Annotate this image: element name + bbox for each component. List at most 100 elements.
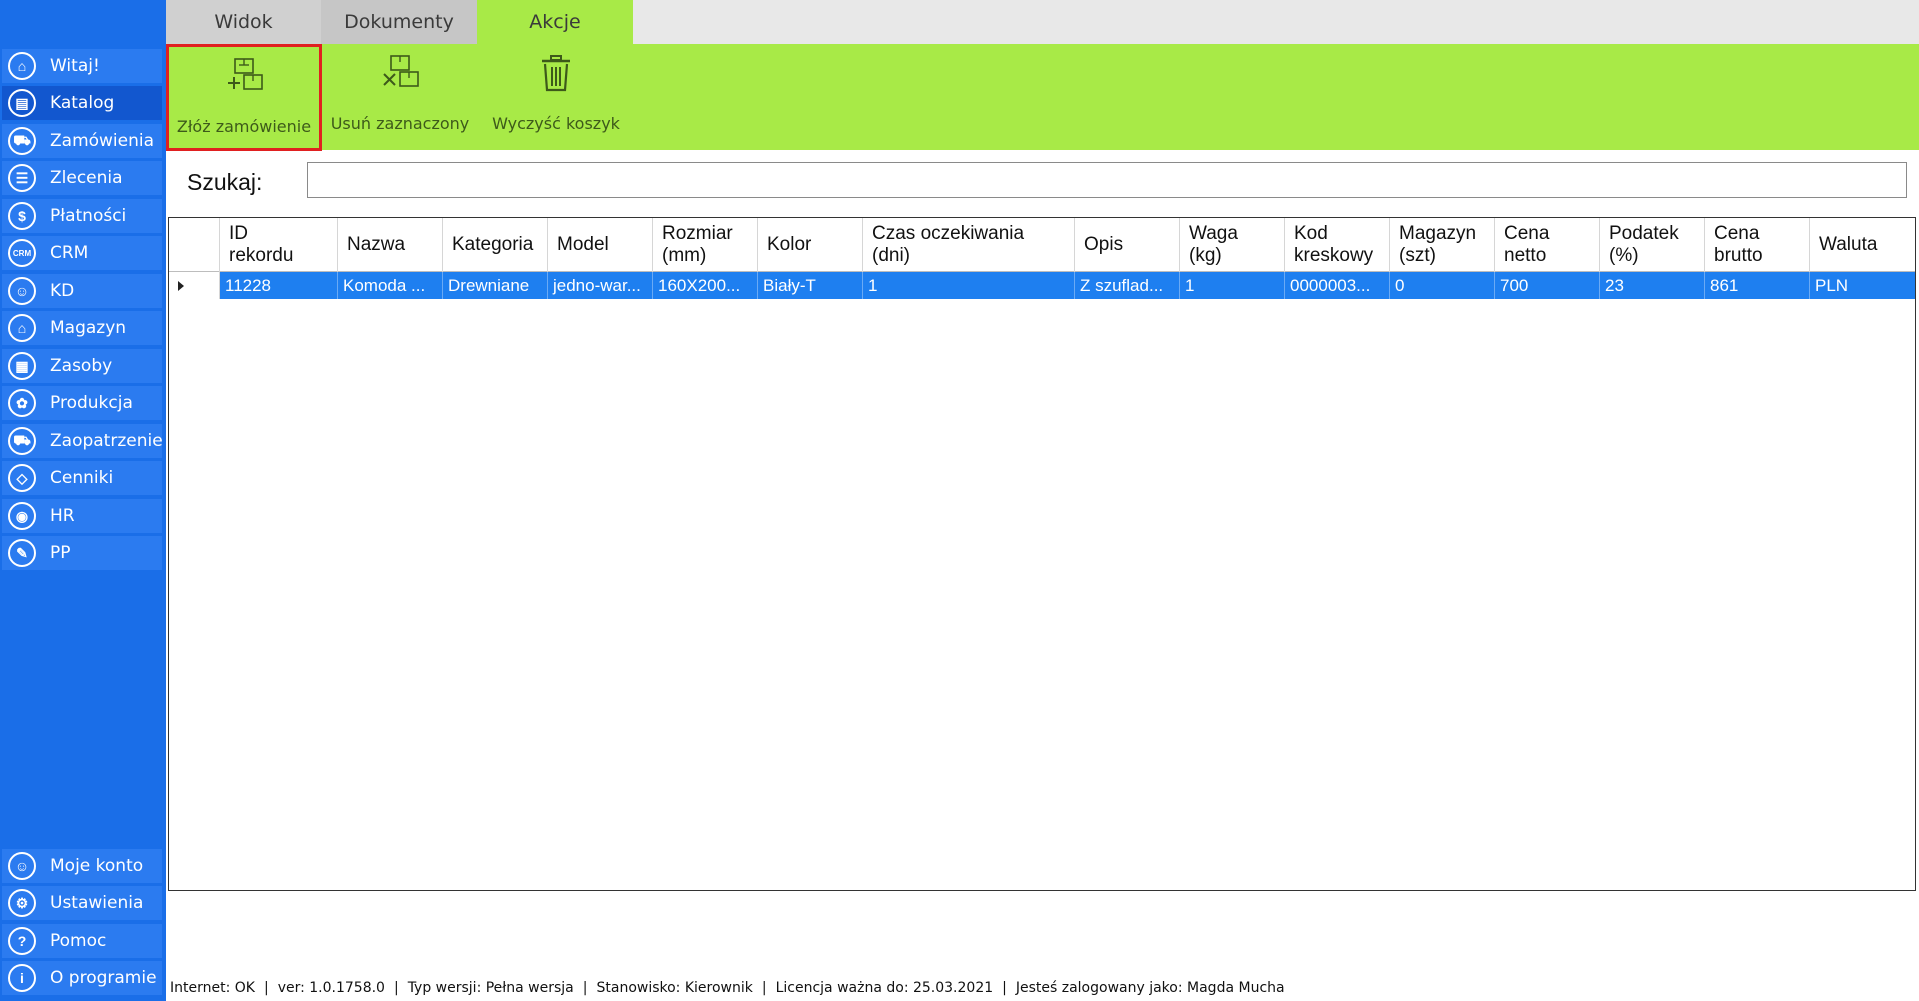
- status-station: Stanowisko: Kierownik: [596, 980, 753, 996]
- sidebar-item-pomoc[interactable]: ? Pomoc: [2, 924, 162, 958]
- table-cell[interactable]: 1: [1180, 272, 1285, 299]
- app-window: ⌂ Witaj! ▤ Katalog ⛟ Zamówienia ☰ Zlecen…: [0, 0, 1919, 1001]
- table-cell[interactable]: Biały-T: [758, 272, 863, 299]
- remove-selected-label: Usuń zaznaczony: [330, 114, 470, 133]
- production-icon: ✿: [8, 389, 36, 417]
- column-header[interactable]: Kolor: [758, 218, 863, 272]
- column-header[interactable]: Model: [548, 218, 653, 272]
- cart-icon: ⛟: [8, 127, 36, 155]
- tab-widok[interactable]: Widok: [166, 0, 321, 44]
- place-order-icon: [228, 58, 263, 90]
- remove-selected-button[interactable]: Usuń zaznaczony: [322, 44, 478, 150]
- catalog-icon: ▤: [8, 89, 36, 117]
- sidebar-item-zasoby[interactable]: ▦ Zasoby: [2, 349, 162, 383]
- place-order-label: Złóż zamówienie: [176, 117, 312, 136]
- remove-selected-icon: [383, 55, 419, 87]
- help-icon: ?: [8, 927, 36, 955]
- sidebar-item-witaj[interactable]: ⌂ Witaj!: [2, 49, 162, 83]
- sidebar-item-platnosci[interactable]: $ Płatności: [2, 199, 162, 233]
- hr-icon: ◉: [8, 502, 36, 530]
- sidebar-item-label: Zasoby: [50, 356, 113, 376]
- column-header[interactable]: Rozmiar (mm): [653, 218, 758, 272]
- row-selector[interactable]: [169, 272, 220, 299]
- sidebar-item-label: Katalog: [50, 93, 115, 113]
- pp-icon: ✎: [8, 539, 36, 567]
- column-header[interactable]: Czas oczekiwania (dni): [863, 218, 1075, 272]
- table-row[interactable]: 11228 Komoda ... Drewniane jedno-war... …: [169, 272, 1915, 299]
- table-cell[interactable]: 700: [1495, 272, 1600, 299]
- sidebar-item-kd[interactable]: ☺ KD: [2, 274, 162, 308]
- table-cell[interactable]: Drewniane: [443, 272, 548, 299]
- column-header[interactable]: Nazwa: [338, 218, 443, 272]
- column-header[interactable]: Cena brutto: [1705, 218, 1810, 272]
- sidebar-item-label: O programie: [50, 968, 157, 988]
- sidebar-item-zamowienia[interactable]: ⛟ Zamówienia: [2, 124, 162, 158]
- table-cell[interactable]: 1: [863, 272, 1075, 299]
- sidebar-item-label: Płatności: [50, 206, 127, 226]
- table-cell[interactable]: 23: [1600, 272, 1705, 299]
- grid-header: ID rekordu Nazwa Kategoria Model Rozmiar…: [169, 218, 1915, 272]
- table-cell[interactable]: 0: [1390, 272, 1495, 299]
- search-label: Szukaj:: [187, 169, 263, 195]
- sidebar-item-label: Zlecenia: [50, 168, 123, 188]
- tab-dokumenty[interactable]: Dokumenty: [321, 0, 477, 44]
- table-cell[interactable]: 160X200...: [653, 272, 758, 299]
- sidebar-item-label: Produkcja: [50, 393, 133, 413]
- person-icon: ☺: [8, 277, 36, 305]
- warehouse-icon: ⌂: [8, 314, 36, 342]
- column-header[interactable]: Waluta: [1810, 218, 1915, 272]
- truck-icon: ⛟: [8, 427, 36, 455]
- column-header[interactable]: Opis: [1075, 218, 1180, 272]
- sidebar-item-crm[interactable]: CRM CRM: [2, 236, 162, 270]
- clear-cart-label: Wyczyść koszyk: [492, 114, 620, 133]
- table-cell[interactable]: PLN: [1810, 272, 1915, 299]
- sidebar-item-hr[interactable]: ◉ HR: [2, 499, 162, 533]
- place-order-button[interactable]: Złóż zamówienie: [166, 44, 322, 151]
- clear-cart-button[interactable]: Wyczyść koszyk: [478, 44, 634, 150]
- sidebar-item-label: HR: [50, 506, 75, 526]
- sidebar-item-ustawienia[interactable]: ⚙ Ustawienia: [2, 886, 162, 920]
- crm-icon: CRM: [8, 239, 36, 267]
- sidebar-item-cenniki[interactable]: ◇ Cenniki: [2, 461, 162, 495]
- status-bar: Internet: OK | ver: 1.0.1758.0 | Typ wersji:…: [170, 980, 1285, 996]
- sidebar-item-zaopatrzenie[interactable]: ⛟ Zaopatrzenie: [2, 424, 163, 458]
- row-header-corner: [169, 218, 220, 272]
- sidebar-item-produkcja[interactable]: ✿ Produkcja: [2, 386, 162, 420]
- dollar-icon: $: [8, 202, 36, 230]
- tab-bar: Widok Dokumenty Akcje: [166, 0, 1919, 44]
- table-cell[interactable]: Komoda ...: [338, 272, 443, 299]
- column-header[interactable]: Podatek (%): [1600, 218, 1705, 272]
- table-cell[interactable]: 0000003...: [1285, 272, 1390, 299]
- sidebar-item-label: CRM: [50, 243, 89, 263]
- sidebar-item-pp[interactable]: ✎ PP: [2, 536, 162, 570]
- tab-akcje[interactable]: Akcje: [477, 0, 633, 44]
- table-cell[interactable]: Z szuflad...: [1075, 272, 1180, 299]
- table-cell[interactable]: 861: [1705, 272, 1810, 299]
- sidebar-item-label: KD: [50, 281, 75, 301]
- sidebar-item-katalog[interactable]: ▤ Katalog: [2, 86, 162, 120]
- status-version-type: Typ wersji: Pełna wersja: [407, 980, 574, 996]
- sidebar-item-o-programie[interactable]: i O programie: [2, 961, 162, 995]
- trash-icon: [542, 55, 570, 92]
- action-ribbon: Złóż zamówienie Usuń zaznaczony Wyczyść …: [166, 44, 1919, 151]
- search-input[interactable]: [307, 162, 1907, 198]
- status-internet: Internet: OK: [170, 980, 255, 996]
- column-header[interactable]: Waga (kg): [1180, 218, 1285, 272]
- table-cell[interactable]: 11228: [220, 272, 338, 299]
- column-header[interactable]: Cena netto: [1495, 218, 1600, 272]
- table-cell[interactable]: jedno-war...: [548, 272, 653, 299]
- column-header[interactable]: Kod kreskowy: [1285, 218, 1390, 272]
- status-user: Jesteś zalogowany jako: Magda Mucha: [1015, 980, 1285, 996]
- info-icon: i: [8, 964, 36, 992]
- sidebar-item-label: Zamówienia: [50, 131, 155, 151]
- sidebar-item-label: Witaj!: [50, 56, 100, 76]
- sidebar-item-zlecenia[interactable]: ☰ Zlecenia: [2, 161, 162, 195]
- sidebar-item-label: Cenniki: [50, 468, 114, 488]
- row-pointer-icon: [178, 280, 184, 291]
- sidebar-item-moje-konto[interactable]: ☺ Moje konto: [2, 849, 162, 883]
- column-header[interactable]: ID rekordu: [220, 218, 338, 272]
- column-header[interactable]: Kategoria: [443, 218, 548, 272]
- sidebar-item-label: Pomoc: [50, 931, 107, 951]
- sidebar-item-magazyn[interactable]: ⌂ Magazyn: [2, 311, 162, 345]
- column-header[interactable]: Magazyn (szt): [1390, 218, 1495, 272]
